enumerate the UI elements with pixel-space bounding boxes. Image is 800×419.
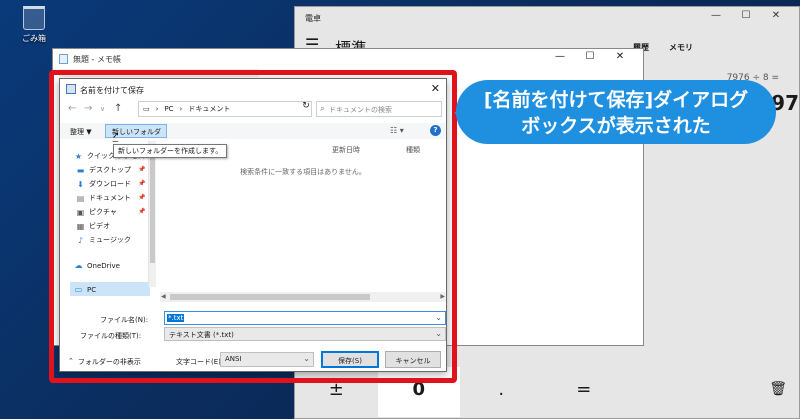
decimal-key[interactable]: .	[460, 367, 543, 417]
recycle-bin[interactable]: ごみ箱	[12, 6, 56, 44]
close-button[interactable]: ✕	[605, 51, 635, 62]
minimize-button[interactable]: —	[545, 51, 575, 62]
callout-line-2: ボックスが表示された	[521, 115, 711, 137]
recycle-bin-label: ごみ箱	[22, 34, 46, 43]
notepad-title: 無題 - メモ帳	[73, 55, 121, 64]
trash-icon[interactable]: 🗑	[769, 381, 787, 397]
minimize-button[interactable]: —	[701, 10, 731, 21]
equals-key[interactable]: =	[543, 367, 626, 417]
recycle-bin-icon	[23, 6, 45, 30]
tab-memory[interactable]: メモリ	[669, 42, 693, 53]
notepad-window-controls: — ☐ ✕	[545, 51, 635, 62]
highlight-frame	[49, 70, 457, 383]
notepad-icon	[59, 54, 68, 64]
maximize-button[interactable]: ☐	[731, 10, 761, 21]
calculator-title: 電卓	[305, 14, 321, 23]
callout-line-1: [名前を付けて保存]ダイアログ	[483, 89, 749, 111]
annotation-callout: [名前を付けて保存]ダイアログ ボックスが表示された	[456, 80, 776, 144]
maximize-button[interactable]: ☐	[575, 51, 605, 62]
close-button[interactable]: ✕	[761, 10, 791, 21]
calculator-window-controls: — ☐ ✕	[701, 10, 791, 21]
